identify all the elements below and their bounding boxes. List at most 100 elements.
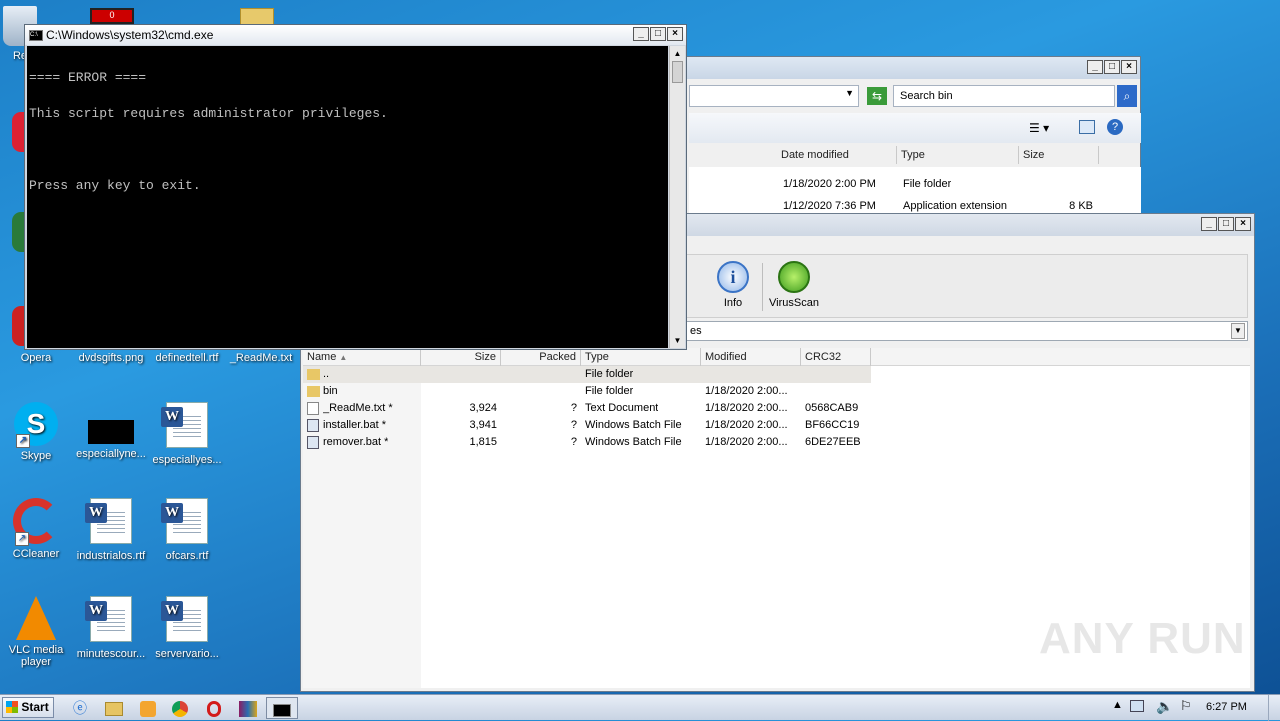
desktop-icon-servervario[interactable]: W servervario... (148, 596, 226, 660)
type-cell: Text Document (585, 402, 659, 414)
desktop-icon-opera[interactable]: Opera (0, 352, 75, 364)
desktop-icon-readme[interactable]: _ReadMe.txt (222, 352, 300, 364)
column-date-modified[interactable]: Date modified (777, 146, 897, 164)
search-icon[interactable]: ⌕ (1117, 85, 1137, 107)
explorer-window[interactable]: _ □ × ▼ ⇆ Search bin ⌕ ☰ ▾ ? Date modifi… (660, 56, 1141, 216)
batch-file-icon (307, 436, 319, 449)
chrome-icon[interactable] (166, 697, 194, 719)
explorer-titlebar[interactable] (661, 57, 1140, 79)
desktop-icon-industrialos[interactable]: W industrialos.rtf (72, 498, 150, 562)
virusscan-button[interactable]: VirusScan (766, 261, 822, 309)
network-icon[interactable] (1130, 700, 1144, 712)
column-modified[interactable]: Modified (701, 348, 801, 366)
packed-cell: ? (570, 402, 577, 414)
maximize-button[interactable]: □ (1218, 217, 1234, 231)
scroll-up-arrow-icon[interactable]: ▲ (670, 46, 685, 61)
packed-cell: ? (570, 436, 577, 448)
column-packed[interactable]: Packed (501, 348, 581, 366)
close-button[interactable]: × (667, 27, 683, 41)
readme-label: _ReadMe.txt (229, 352, 293, 364)
column-size[interactable]: Size (421, 348, 501, 366)
minimize-button[interactable]: _ (1201, 217, 1217, 231)
bug-icon (778, 261, 810, 293)
cmd-window[interactable]: C:\ C:\Windows\system32\cmd.exe _ □ × ==… (24, 24, 687, 350)
ie-icon[interactable]: ⓔ (66, 697, 94, 719)
winrar-icon[interactable] (234, 697, 262, 719)
desktop-icon-dvdsgifts[interactable]: dvdsgifts.png (72, 352, 150, 364)
opera-icon[interactable] (200, 697, 228, 719)
chevron-down-icon[interactable]: ▼ (1231, 323, 1245, 339)
maximize-button[interactable]: □ (1104, 60, 1120, 74)
view-options-icon[interactable]: ☰ ▾ (1029, 121, 1049, 135)
desktop-icon-especiallyne[interactable]: especiallyne... (72, 402, 150, 460)
table-row-selected[interactable]: .. File folder (303, 366, 871, 383)
skype-icon: S ↗ (14, 402, 58, 448)
refresh-icon[interactable]: ⇆ (867, 87, 887, 105)
desktop-icon-especiallyes[interactable]: W especiallyes... (148, 402, 226, 466)
scroll-thumb[interactable] (672, 61, 683, 83)
console-line: Press any key to exit. (29, 178, 201, 193)
crc-cell: BF66CC19 (805, 419, 860, 431)
modified-cell: 1/18/2020 2:00... (705, 419, 788, 431)
table-row[interactable]: remover.bat * 1,815 ? Windows Batch File… (303, 434, 871, 451)
table-row[interactable]: _ReadMe.txt * 3,924 ? Text Document 1/18… (303, 400, 871, 417)
shortcut-arrow-icon: ↗ (16, 434, 30, 448)
batch-file-icon (307, 419, 319, 432)
close-button[interactable]: × (1235, 217, 1251, 231)
minimize-button[interactable]: _ (633, 27, 649, 41)
info-icon: i (717, 261, 749, 293)
size-cell: 3,924 (469, 402, 497, 414)
start-button[interactable]: Start (2, 697, 54, 718)
address-bar[interactable]: ▼ (689, 85, 859, 107)
desktop-icon-skype[interactable]: S ↗ Skype (0, 402, 75, 462)
minimize-button[interactable]: _ (1087, 60, 1103, 74)
column-name[interactable]: Name ▲ (303, 348, 421, 366)
minutescour-label: minutescour... (76, 648, 146, 660)
close-button[interactable]: × (1121, 60, 1137, 74)
chevron-down-icon[interactable]: ▼ (845, 88, 854, 98)
column-crc32[interactable]: CRC32 (801, 348, 871, 366)
table-row[interactable]: installer.bat * 3,941 ? Windows Batch Fi… (303, 417, 871, 434)
speaker-icon[interactable]: 🔈 (1156, 698, 1173, 715)
explorer-icon[interactable] (100, 697, 128, 719)
column-size[interactable]: Size (1019, 146, 1099, 164)
console-output[interactable]: ==== ERROR ==== This script requires adm… (27, 46, 668, 348)
tray-up-arrow-icon[interactable]: ▲ (1112, 699, 1123, 711)
desktop-icon-vlc[interactable]: VLC media player (0, 596, 75, 668)
media-player-icon[interactable] (134, 697, 162, 719)
especiallyne-label: especiallyne... (76, 448, 146, 460)
scroll-down-arrow-icon[interactable]: ▼ (670, 333, 685, 348)
name-cell: bin (323, 385, 338, 397)
desktop-icon-ccleaner[interactable]: ↗ CCleaner (0, 498, 75, 560)
maximize-button[interactable]: □ (650, 27, 666, 41)
table-row[interactable]: 1/18/2020 2:00 PM File folder (689, 176, 1141, 193)
column-type[interactable]: Type (897, 146, 1019, 164)
search-input[interactable]: Search bin (893, 85, 1115, 107)
info-button[interactable]: i Info (710, 261, 756, 309)
file-list: .. File folder bin File folder 1/18/2020… (303, 366, 1250, 688)
opera-label: Opera (20, 352, 52, 364)
modified-cell: 1/18/2020 2:00... (705, 402, 788, 414)
program-icon[interactable]: 0 (90, 8, 134, 24)
show-desktop-button[interactable] (1268, 695, 1280, 721)
skype-label: Skype (20, 450, 52, 462)
taskbar: Start ⓔ ▲ 🔈 ⚐ 6:27 PM (0, 694, 1280, 721)
size-cell: 1,815 (469, 436, 497, 448)
console-scrollbar[interactable]: ▲ ▼ (669, 46, 685, 348)
file-list: 1/18/2020 2:00 PM File folder 1/12/2020 … (689, 167, 1141, 215)
preview-pane-icon[interactable] (1079, 120, 1095, 134)
cmd-titlebar[interactable]: C:\ C:\Windows\system32\cmd.exe (25, 25, 686, 45)
desktop-icon-definedtell[interactable]: definedtell.rtf (148, 352, 226, 364)
servervario-label: servervario... (155, 648, 219, 660)
table-row[interactable]: bin File folder 1/18/2020 2:00... (303, 383, 871, 400)
clock[interactable]: 6:27 PM (1206, 701, 1247, 713)
help-icon[interactable]: ? (1107, 119, 1123, 135)
flag-icon[interactable]: ⚐ (1180, 698, 1192, 714)
desktop-icon-minutescour[interactable]: W minutescour... (72, 596, 150, 660)
watermark-logo: ANY RUN (1039, 614, 1246, 663)
size-cell: 3,941 (469, 419, 497, 431)
cmd-taskbar-icon[interactable] (266, 697, 298, 719)
column-type[interactable]: Type (581, 348, 701, 366)
desktop-icon-ofcars[interactable]: W ofcars.rtf (148, 498, 226, 562)
